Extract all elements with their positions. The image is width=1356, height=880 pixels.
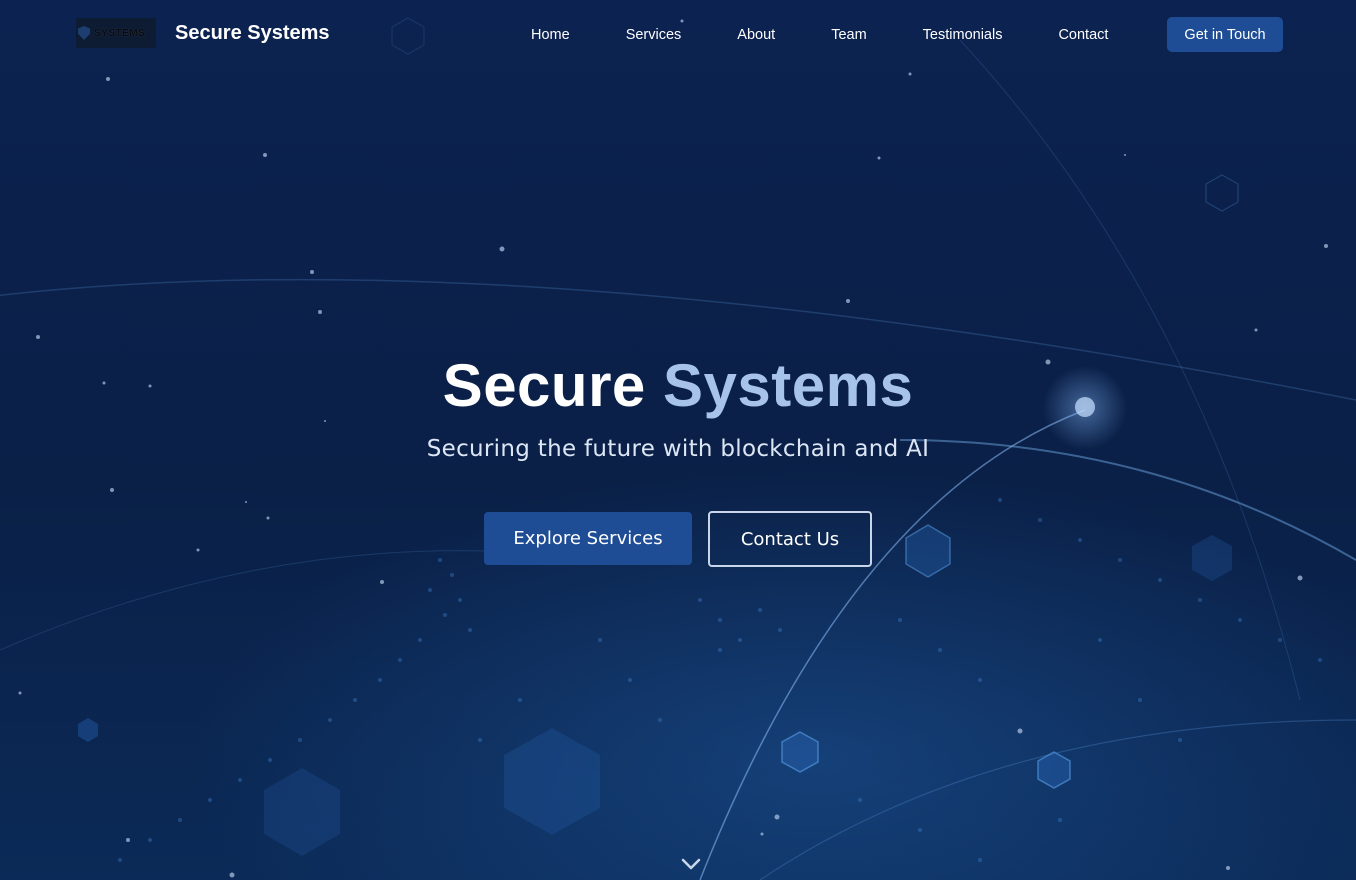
hero-title: Secure Systems (0, 350, 1356, 422)
hero-section: Secure Systems Securing the future with … (0, 350, 1356, 462)
shield-icon (78, 26, 90, 40)
hero-title-part1: Secure (442, 352, 646, 419)
logo-text: SYSTEMS (94, 27, 146, 39)
main-nav: Home Services About Team Testimonials Co… (503, 0, 1136, 70)
company-logo[interactable]: SYSTEMS (76, 18, 156, 48)
hero-actions: Explore Services Contact Us (0, 511, 1356, 567)
nav-contact[interactable]: Contact (1030, 27, 1136, 43)
nav-services[interactable]: Services (598, 27, 710, 43)
brand-name[interactable]: Secure Systems (175, 22, 330, 45)
get-in-touch-button[interactable]: Get in Touch (1167, 17, 1283, 52)
brand[interactable]: SYSTEMS Secure Systems (76, 18, 330, 48)
explore-services-button[interactable]: Explore Services (484, 512, 692, 565)
chevron-down-icon[interactable] (680, 856, 702, 872)
site-header: SYSTEMS Secure Systems Home Services Abo… (0, 0, 1356, 70)
hero-title-part2: Systems (662, 352, 914, 419)
nav-testimonials[interactable]: Testimonials (895, 27, 1031, 43)
nav-home[interactable]: Home (503, 27, 598, 43)
nav-about[interactable]: About (709, 27, 803, 43)
hero-subtitle: Securing the future with blockchain and … (426, 436, 930, 462)
nav-team[interactable]: Team (803, 27, 894, 43)
contact-us-button[interactable]: Contact Us (708, 511, 872, 567)
